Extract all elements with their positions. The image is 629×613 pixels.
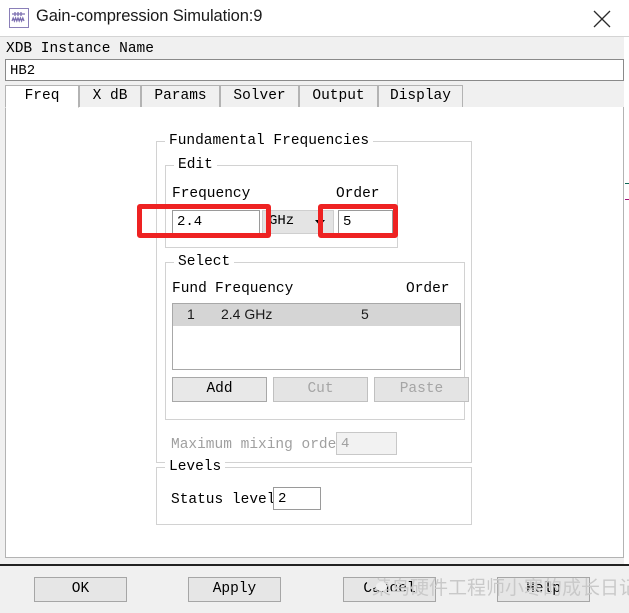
tab-x-db[interactable]: X dB	[79, 85, 141, 108]
select-group: Select Fund Frequency Order 1 2.4 GHz 5 …	[165, 254, 469, 420]
status-level-label: Status level	[171, 492, 276, 508]
gain-compression-simulation-dialog: Gain-compression Simulation:9 XDB Instan…	[0, 0, 629, 613]
frequency-unit-value: GHz	[269, 213, 295, 229]
window-title: Gain-compression Simulation:9	[36, 7, 263, 25]
column-header-order: Order	[406, 281, 450, 297]
tabstrip: Freq X dB Params Solver Output Display	[5, 85, 624, 108]
frequency-unit-dropdown[interactable]: GHz	[262, 210, 334, 234]
freq-tab-panel: Fundamental Frequencies Edit Frequency O…	[5, 107, 624, 558]
list-item-frequency: 2.4 GHz	[221, 306, 273, 322]
list-item[interactable]: 1 2.4 GHz 5	[173, 304, 460, 326]
title-bar: Gain-compression Simulation:9	[0, 0, 629, 37]
fundamental-frequencies-group-title: Fundamental Frequencies	[165, 133, 374, 149]
watermark-logo-icon	[366, 576, 392, 596]
instance-name-input[interactable]	[5, 59, 624, 81]
background-window-sliver	[624, 0, 629, 613]
edit-group-title: Edit	[174, 157, 217, 173]
maximum-mixing-order-input	[336, 432, 397, 455]
list-item-order: 5	[361, 306, 369, 322]
tab-output[interactable]: Output	[299, 85, 378, 108]
instance-name-label: XDB Instance Name	[6, 41, 154, 57]
cut-button: Cut	[273, 377, 368, 402]
tab-params[interactable]: Params	[141, 85, 220, 108]
levels-group: Levels Status level	[156, 459, 472, 525]
list-item-fund: 1	[187, 306, 195, 322]
paste-button: Paste	[374, 377, 469, 402]
tab-freq[interactable]: Freq	[5, 85, 79, 108]
fundamental-frequencies-list[interactable]: 1 2.4 GHz 5	[172, 303, 461, 370]
ok-button[interactable]: OK	[34, 577, 127, 602]
watermark-text: 菜鸟硬件工程师小寒的成长日记	[372, 578, 629, 599]
status-level-input[interactable]	[273, 487, 321, 510]
add-button[interactable]: Add	[172, 377, 267, 402]
column-header-fund: Fund	[172, 281, 207, 297]
chevron-down-icon	[315, 220, 325, 226]
frequency-input[interactable]	[172, 210, 260, 234]
tab-display[interactable]: Display	[378, 85, 463, 108]
select-group-title: Select	[174, 254, 235, 270]
frequency-label: Frequency	[172, 186, 251, 202]
fundamental-frequencies-group: Fundamental Frequencies Edit Frequency O…	[156, 133, 472, 463]
column-header-frequency: Frequency	[215, 281, 294, 297]
close-icon[interactable]	[581, 2, 623, 34]
tab-solver[interactable]: Solver	[220, 85, 299, 108]
maximum-mixing-order-label: Maximum mixing order	[171, 437, 346, 453]
levels-group-title: Levels	[165, 459, 226, 475]
order-label: Order	[336, 186, 380, 202]
order-input[interactable]	[338, 210, 393, 234]
edit-group: Edit Frequency Order GHz	[165, 157, 398, 248]
apply-button[interactable]: Apply	[188, 577, 281, 602]
waveform-schematic-icon	[9, 8, 29, 28]
